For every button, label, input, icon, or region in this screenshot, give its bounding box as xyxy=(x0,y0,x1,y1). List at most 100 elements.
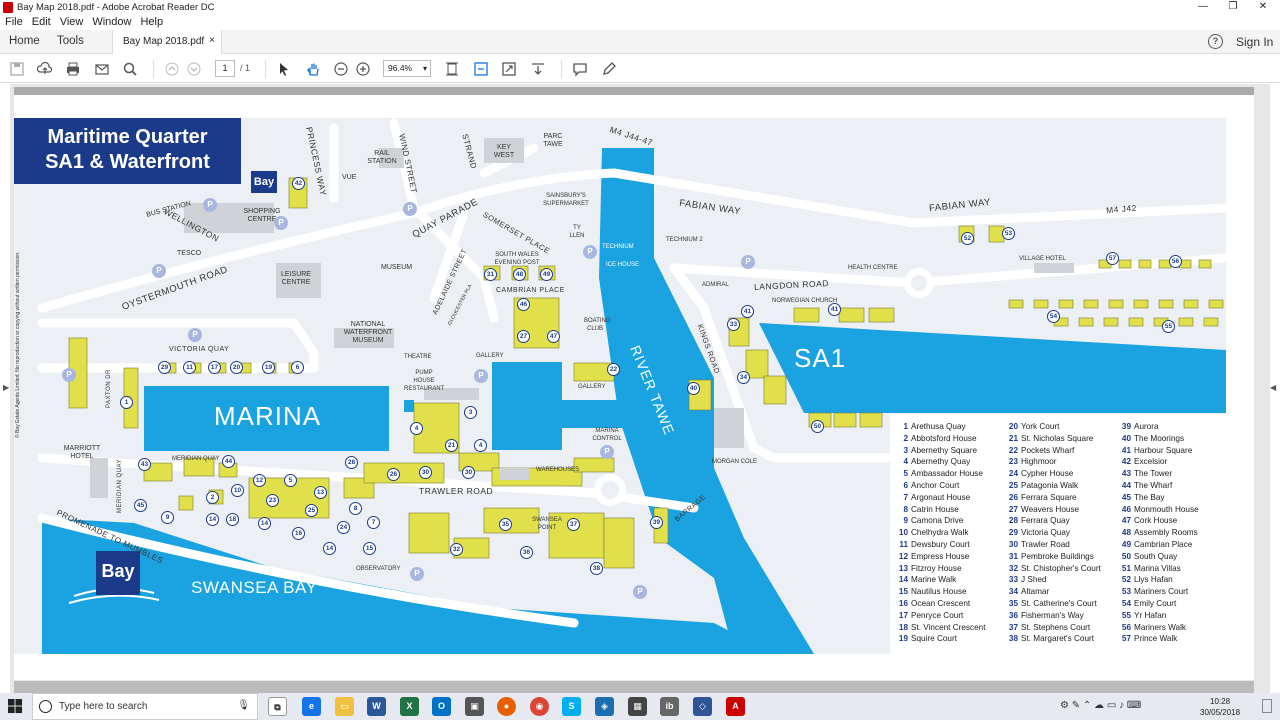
expand-right-panel-icon[interactable]: ◀ xyxy=(1270,383,1276,392)
edge-icon[interactable]: e xyxy=(302,697,321,716)
word-icon[interactable]: W xyxy=(367,697,386,716)
morgan-cole-label: MORGAN COLE xyxy=(712,459,758,465)
help-icon[interactable]: ? xyxy=(1208,34,1223,49)
acrobat-icon[interactable]: A xyxy=(726,697,745,716)
legend-number: 35 xyxy=(1008,598,1018,608)
marker-37: 37 xyxy=(567,518,580,531)
fullscreen-icon[interactable] xyxy=(500,60,518,78)
search-icon[interactable] xyxy=(121,60,139,78)
close-tab-button[interactable]: × xyxy=(209,35,215,46)
legend-number: 15 xyxy=(898,587,908,597)
upload-icon[interactable] xyxy=(36,60,54,78)
app-icon-4[interactable]: ◇ xyxy=(693,697,712,716)
scroll-mode-icon[interactable] xyxy=(529,60,547,78)
comment-icon[interactable] xyxy=(571,60,589,78)
tab-tools[interactable]: Tools xyxy=(57,35,84,47)
tab-home[interactable]: Home xyxy=(9,35,40,47)
zoom-in-icon[interactable] xyxy=(354,60,372,78)
prev-page-icon[interactable] xyxy=(163,60,181,78)
legend-label: The Wharf xyxy=(1134,480,1173,490)
legend-item: 29 Victoria Quay xyxy=(1008,527,1101,539)
legend-item: 35 St. Catherine's Court xyxy=(1008,598,1101,610)
taskbar-search-box[interactable]: Type here to search 🎙 xyxy=(32,693,258,720)
next-page-icon[interactable] xyxy=(185,60,203,78)
legend-label: The Tower xyxy=(1134,469,1173,479)
chrome-icon[interactable]: ◉ xyxy=(530,697,549,716)
minimize-button[interactable]: — xyxy=(1188,0,1218,14)
rail-station-label: RAIL STATION xyxy=(367,150,397,165)
legend-item: 51 Marina Villas xyxy=(1121,563,1199,575)
legend-item: 55 Yr Hafan xyxy=(1121,610,1199,622)
legend-number: 40 xyxy=(1121,433,1131,443)
legend-number: 38 xyxy=(1008,634,1018,644)
email-icon[interactable] xyxy=(93,60,111,78)
clock[interactable]: 10:28 30/05/2018 xyxy=(1200,696,1240,718)
marker-30: 30 xyxy=(419,466,432,479)
task-view-icon[interactable]: ⧉ xyxy=(268,697,287,716)
road-meridian-quay: MERIDIAN QUAY xyxy=(117,458,123,513)
legend-item: 13 Fitzroy House xyxy=(898,563,985,575)
legend-label: Weavers House xyxy=(1021,504,1080,514)
marker-25: 25 xyxy=(305,504,318,517)
legend-item: 45 The Bay xyxy=(1121,492,1199,504)
fit-page-icon[interactable] xyxy=(443,60,461,78)
zoom-select[interactable]: 96.4% xyxy=(383,60,431,77)
legend-label: Trawler Road xyxy=(1021,539,1070,549)
select-icon[interactable] xyxy=(275,60,293,78)
legend-number: 4 xyxy=(903,457,908,467)
hand-icon[interactable] xyxy=(304,60,322,78)
menu-file[interactable]: File xyxy=(5,16,23,28)
tab-document[interactable]: Bay Map 2018.pdf × xyxy=(112,30,222,54)
parking-icon: P xyxy=(583,245,597,259)
parking-icon: P xyxy=(741,255,755,269)
legend-item: 27 Weavers House xyxy=(1008,504,1101,516)
tray-icons[interactable]: ⚙ ✎ ⌃ ☁ ▭ ♪ ⌨ xyxy=(1060,700,1141,711)
legend-number: 48 xyxy=(1121,528,1131,538)
legend-number: 41 xyxy=(1121,445,1131,455)
menu-edit[interactable]: Edit xyxy=(32,16,51,28)
windows-start-icon[interactable] xyxy=(8,699,23,714)
sainsburys-label: SAINSBURY'S SUPERMARKET xyxy=(543,193,589,207)
sign-in-link[interactable]: Sign In xyxy=(1236,35,1273,49)
leisure-centre-label: LEISURE CENTRE xyxy=(281,271,311,286)
page-top-edge xyxy=(14,87,1254,95)
legend-item: 41 Harbour Square xyxy=(1121,445,1199,457)
maximize-button[interactable]: ❐ xyxy=(1218,0,1248,14)
excel-icon[interactable]: X xyxy=(400,697,419,716)
page-number-input[interactable]: 1 xyxy=(215,60,235,77)
expand-left-panel-icon[interactable]: ▶ xyxy=(3,383,9,392)
app-icon-1[interactable]: ◈ xyxy=(595,697,614,716)
legend-number: 25 xyxy=(1008,480,1018,490)
legend-number: 52 xyxy=(1121,575,1131,585)
firefox-icon[interactable]: ● xyxy=(497,697,516,716)
close-window-button[interactable]: ✕ xyxy=(1248,0,1278,14)
microphone-icon[interactable]: 🎙 xyxy=(237,700,250,711)
legend-item: 28 Ferrara Quay xyxy=(1008,515,1101,527)
menu-window[interactable]: Window xyxy=(92,16,131,28)
zoom-out-icon[interactable] xyxy=(332,60,350,78)
notification-icon[interactable] xyxy=(1262,699,1272,713)
legend-label: Empress House xyxy=(911,551,970,561)
outlook-icon[interactable]: O xyxy=(432,697,451,716)
menu-help[interactable]: Help xyxy=(140,16,163,28)
save-icon[interactable] xyxy=(8,60,26,78)
marker-43: 43 xyxy=(138,458,151,471)
observatory-label: OBSERVATORY xyxy=(356,566,401,572)
app-icon-2[interactable]: ▦ xyxy=(628,697,647,716)
skype-icon[interactable]: S xyxy=(562,697,581,716)
app-icon-3[interactable]: ib xyxy=(660,697,679,716)
legend-item: 9 Camona Drive xyxy=(898,515,985,527)
marker-23: 23 xyxy=(266,494,279,507)
fit-width-icon[interactable] xyxy=(472,60,490,78)
store-icon[interactable]: ▣ xyxy=(465,697,484,716)
menu-view[interactable]: View xyxy=(60,16,84,28)
file-explorer-icon[interactable]: ▭ xyxy=(335,697,354,716)
legend-number: 1 xyxy=(903,422,908,431)
print-icon[interactable] xyxy=(64,60,82,78)
legend-number: 30 xyxy=(1008,539,1018,549)
legend-item: 24 Cypher House xyxy=(1008,468,1101,480)
map-title-line2: SA1 & Waterfront xyxy=(45,151,210,173)
marker-12: 12 xyxy=(253,474,266,487)
pen-icon[interactable] xyxy=(600,60,618,78)
window-titlebar: Bay Map 2018.pdf - Adobe Acrobat Reader … xyxy=(0,0,1280,14)
